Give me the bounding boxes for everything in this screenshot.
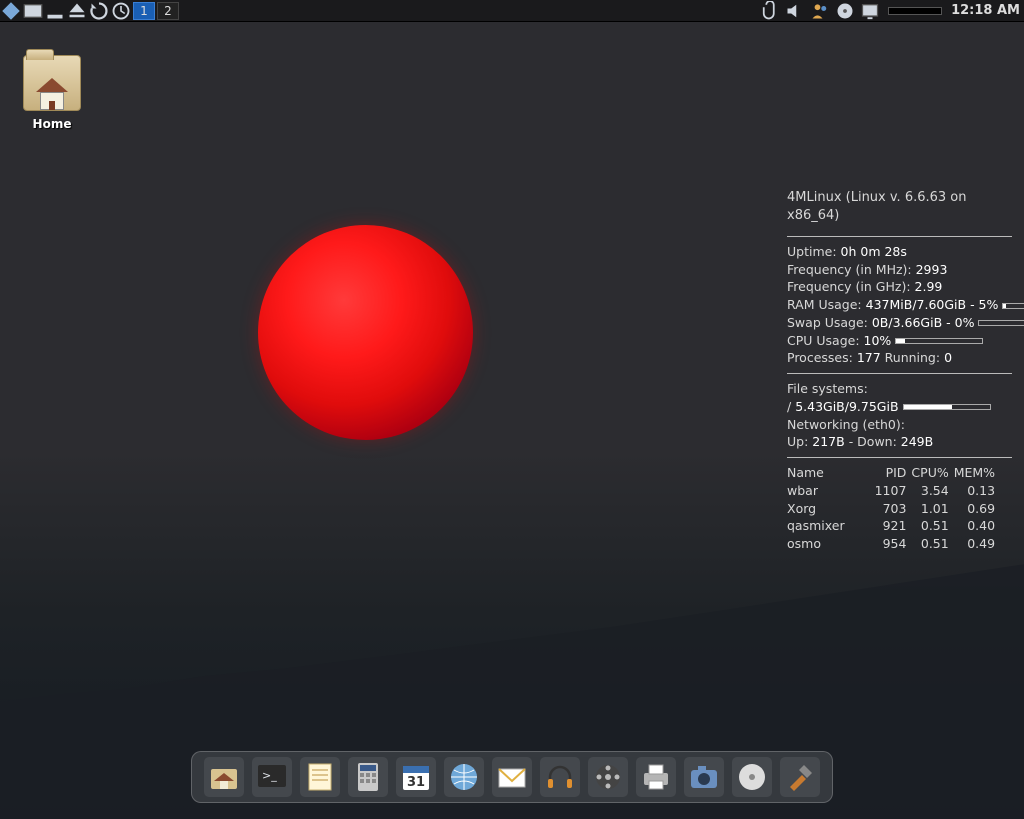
fs-header: File systems:: [787, 380, 1012, 398]
net-up-label: Up:: [787, 434, 812, 449]
folder-home-icon: [208, 761, 240, 793]
net-up-value: 217B: [812, 434, 844, 449]
dock-notes[interactable]: [300, 757, 340, 797]
running-label: Running:: [881, 350, 944, 365]
calculator-icon: [352, 761, 384, 793]
globe-icon: [448, 761, 480, 793]
dock-home[interactable]: [204, 757, 244, 797]
users-tray-icon[interactable]: [810, 2, 830, 20]
swap-label: Swap Usage:: [787, 315, 872, 330]
dock-audio[interactable]: [540, 757, 580, 797]
network-activity-bar: [888, 7, 942, 15]
desktop-icon-home[interactable]: Home: [18, 55, 86, 131]
folder-home-icon: [23, 55, 81, 111]
ptable-h-pid: PID: [875, 464, 912, 482]
clock-icon[interactable]: [111, 2, 131, 20]
freq-ghz-label: Frequency (in GHz):: [787, 279, 915, 294]
swap-bar: [978, 320, 1024, 326]
dock-print[interactable]: [636, 757, 676, 797]
volume-tray-icon[interactable]: [785, 2, 805, 20]
tools-icon: [784, 761, 816, 793]
workspace-2[interactable]: 2: [157, 2, 179, 20]
proc-label: Processes:: [787, 350, 857, 365]
workspace-1[interactable]: 1: [133, 2, 155, 20]
net-header: Networking (eth0):: [787, 416, 1012, 434]
svg-text:31: 31: [407, 775, 425, 790]
ptable-h-cpu: CPU%: [911, 464, 953, 482]
clip-tray-icon[interactable]: [760, 2, 780, 20]
fs-root-value: 5.43GiB/9.75GiB: [795, 399, 898, 414]
calendar-icon: 31: [400, 761, 432, 793]
table-row: Xorg7031.010.69: [787, 500, 1000, 518]
dock-calendar[interactable]: 31: [396, 757, 436, 797]
net-down-label: - Down:: [845, 434, 901, 449]
proc-value: 177: [857, 350, 881, 365]
film-icon: [592, 761, 624, 793]
fs-root-bar: [903, 404, 991, 410]
uptime-label: Uptime:: [787, 244, 841, 259]
desktop-icon-home-label: Home: [18, 117, 86, 131]
network-tray-icon[interactable]: [860, 2, 880, 20]
taskbar: 1 2 12:18 AM: [0, 0, 1024, 22]
clock[interactable]: 12:18 AM: [951, 3, 1020, 18]
refresh-icon[interactable]: [89, 2, 109, 20]
minimize-all-icon[interactable]: [45, 2, 65, 20]
cpu-value: 10%: [864, 333, 892, 348]
apps-menu-icon[interactable]: [1, 2, 21, 20]
cpu-label: CPU Usage:: [787, 333, 864, 348]
sysmon-title: 4MLinux (Linux v. 6.6.63 on x86_64): [787, 189, 1012, 226]
freq-ghz-value: 2.99: [915, 279, 943, 294]
dock: >_ 31: [191, 751, 833, 803]
freq-mhz-label: Frequency (in MHz):: [787, 262, 916, 277]
table-row: osmo9540.510.49: [787, 535, 1000, 553]
window-icon[interactable]: [23, 2, 43, 20]
swap-value: 0B/3.66GiB - 0%: [872, 315, 975, 330]
mail-icon: [496, 761, 528, 793]
terminal-icon: >_: [256, 761, 288, 793]
running-value: 0: [944, 350, 952, 365]
ram-value: 437MiB/7.60GiB - 5%: [866, 297, 999, 312]
dock-calculator[interactable]: [348, 757, 388, 797]
dock-mail[interactable]: [492, 757, 532, 797]
freq-mhz-value: 2993: [916, 262, 948, 277]
ram-label: RAM Usage:: [787, 297, 866, 312]
uptime-value: 0h 0m 28s: [841, 244, 907, 259]
ram-bar: [1002, 303, 1024, 309]
eject-icon[interactable]: [67, 2, 87, 20]
disk-tray-icon[interactable]: [835, 2, 855, 20]
process-table: Name PID CPU% MEM% wbar11073.540.13 Xorg…: [787, 464, 1000, 553]
notes-icon: [304, 761, 336, 793]
wallpaper-sun: [258, 225, 473, 440]
svg-text:>_: >_: [262, 769, 277, 782]
dock-video[interactable]: [588, 757, 628, 797]
dock-tools[interactable]: [780, 757, 820, 797]
fs-root-label: /: [787, 399, 795, 414]
ptable-h-name: Name: [787, 464, 875, 482]
net-down-value: 249B: [901, 434, 933, 449]
disc-icon: [736, 761, 768, 793]
headphones-icon: [544, 761, 576, 793]
ptable-h-mem: MEM%: [954, 464, 1000, 482]
dock-camera[interactable]: [684, 757, 724, 797]
camera-icon: [688, 761, 720, 793]
cpu-bar: [895, 338, 983, 344]
printer-icon: [640, 761, 672, 793]
table-row: qasmixer9210.510.40: [787, 517, 1000, 535]
dock-browser[interactable]: [444, 757, 484, 797]
table-row: wbar11073.540.13: [787, 482, 1000, 500]
dock-cdrom[interactable]: [732, 757, 772, 797]
dock-terminal[interactable]: >_: [252, 757, 292, 797]
system-monitor: 4MLinux (Linux v. 6.6.63 on x86_64) Upti…: [787, 189, 1012, 553]
